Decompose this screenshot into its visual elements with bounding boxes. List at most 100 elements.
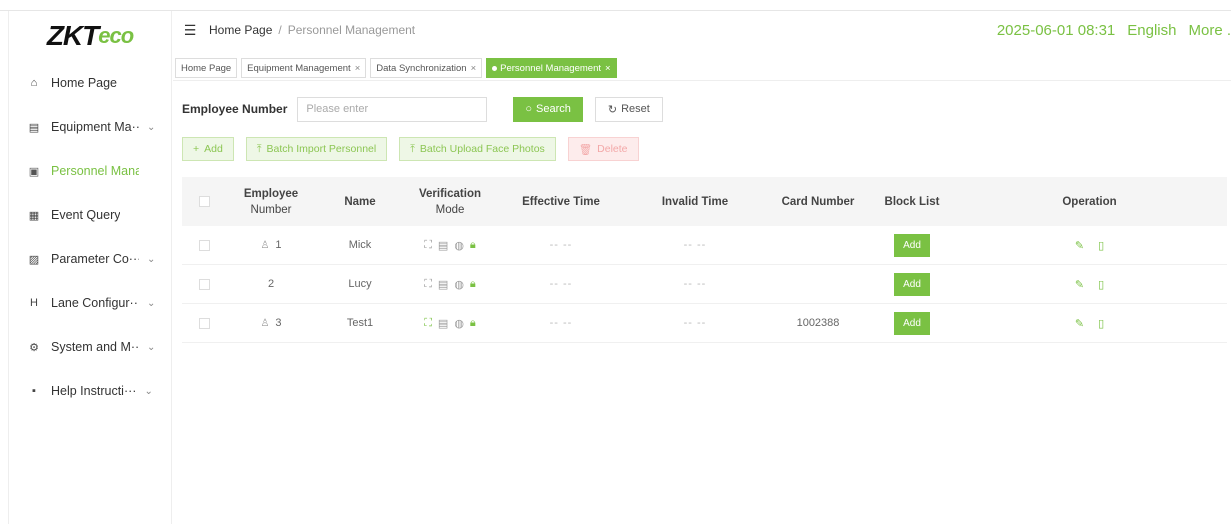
effective-time-cell: -- -- [549,278,573,290]
table-body: ♙ 1 Mick ⛶ ▤ ◍ 🔒︎ -- -- -- -- Add ✎ ▯ 2 Lucy ⛶ ▤ ◍ 🔒︎ -- -… [182,226,1227,343]
header-employee-number-line1: Employee [243,187,299,200]
reset-button[interactable]: ↻ Reset [594,96,663,122]
batch-import-label: Batch Import Personnel [266,143,377,155]
close-icon[interactable]: × [355,63,361,74]
table-row: 2 Lucy ⛶ ▤ ◍ 🔒︎ -- -- -- -- Add ✎ ▯ [182,265,1227,304]
search-icon: ○ [525,103,533,115]
filter-bar: Employee Number ○Search ↻Reset [182,96,663,122]
language-selector[interactable]: English [1127,22,1176,39]
name-cell: Test1 [346,317,374,329]
more-menu[interactable]: More . [1188,22,1231,39]
trash-icon[interactable]: ▯ [1098,239,1104,252]
block-list-add-button[interactable]: Add [894,311,930,335]
header-verification-line2: Mode [435,203,465,216]
sidebar-item-label: Equipment Ma··· [51,120,139,134]
tab-3[interactable]: Personnel Management × [486,58,617,78]
trash-icon: 🗑 [578,143,593,156]
page-tabs: Home Page Equipment Management × Data Synch… [175,58,621,78]
employee-number-input[interactable] [297,96,488,122]
block-list-add-button[interactable]: Add [894,233,930,257]
operation-cell: ✎ ▯ [952,317,1227,330]
tab-label: Equipment Management [247,62,351,74]
person-icon: ♙ [260,317,270,329]
invalid-time-cell: -- -- [683,278,707,290]
chevron-down-icon[interactable]: ⌄ [147,298,155,309]
batch-upload-button[interactable]: ⤒ Batch Upload Face Photos [399,137,556,161]
card-icon: ▤ [437,317,449,330]
chevron-down-icon[interactable]: ⌄ [147,254,155,265]
close-icon[interactable]: × [605,63,611,74]
header-effective-time: Effective Time [522,195,600,208]
sidebar-nav: ⌂ Home Page ▤ Equipment Ma··· ⌄ ▣ Personnel Ma… [9,61,171,413]
personnel-table: Employee Number Name Verification Mode E… [182,177,1227,343]
breadcrumb-home[interactable]: Home Page [209,23,272,37]
action-bar: + Add ⤒ Batch Import Personnel ⤒ Batch Uplo… [182,137,651,161]
row-checkbox[interactable] [198,278,210,290]
chevron-down-icon[interactable]: ⌄ [144,386,152,397]
card-icon: ▤ [437,278,449,291]
row-checkbox[interactable] [198,239,210,251]
help-icon: ▪ [32,385,36,397]
employee-number-cell: ♙ 1 [226,239,316,251]
edit-icon[interactable]: ✎ [1075,317,1084,330]
chevron-down-icon[interactable]: ⌄ [147,342,155,353]
sidebar-item-0[interactable]: ⌂ Home Page [9,61,171,105]
row-select-cell [182,317,226,329]
sidebar-item-3[interactable]: ▦ Event Query [9,193,171,237]
search-button-label: Search [536,103,571,115]
sidebar-item-7[interactable]: ▪ Help Instructi··· ⌄ [9,369,171,413]
sidebar-item-label: System and M··· [51,340,139,354]
edit-icon[interactable]: ✎ [1075,278,1084,291]
tab-2[interactable]: Data Synchronization × [370,58,483,78]
trash-icon[interactable]: ▯ [1098,278,1104,291]
delete-button[interactable]: 🗑 Delete [567,137,639,161]
sidebar-item-2[interactable]: ▣ Personnel Manag··· [9,149,171,193]
sidebar-item-5[interactable]: H Lane Configur··· ⌄ [9,281,171,325]
tabs-divider [173,80,1231,81]
sidebar-item-label: Lane Configur··· [51,296,139,310]
header-name: Name [344,195,376,208]
invalid-time-cell: -- -- [683,239,707,251]
add-button[interactable]: + Add [182,137,234,161]
employee-number-cell: ♙ 3 [226,317,316,329]
select-all-checkbox[interactable] [198,196,210,207]
sidebar-item-1[interactable]: ▤ Equipment Ma··· ⌄ [9,105,171,149]
tab-1[interactable]: Equipment Management × [241,58,367,78]
tab-0[interactable]: Home Page [175,58,238,78]
batch-upload-label: Batch Upload Face Photos [419,143,545,155]
trash-icon[interactable]: ▯ [1098,317,1104,330]
operation-cell: ✎ ▯ [952,239,1227,252]
face-icon: ⛶ [424,316,432,329]
row-select-cell [182,278,226,290]
sidebar: ZKT eco ⌂ Home Page ▤ Equipment Ma··· ⌄ ▣ Perso… [8,11,172,524]
person-icon: ♙ [260,239,270,251]
delete-button-label: Delete [597,143,628,155]
lock-icon: 🔒︎ [469,277,476,290]
add-button-label: Add [204,143,223,155]
block-list-add-button[interactable]: Add [894,272,930,296]
app-window: ZKT eco ⌂ Home Page ▤ Equipment Ma··· ⌄ ▣ Perso… [0,0,1231,524]
search-button[interactable]: ○ Search [513,96,583,122]
header-right: 2025-06-01 08:31 English More . [985,11,1231,49]
employee-number: 2 [267,278,275,290]
reset-button-label: Reset [621,103,650,115]
row-select-cell [182,239,226,251]
edit-icon[interactable]: ✎ [1075,239,1084,252]
fingerprint-icon: ◍ [454,317,464,330]
event-icon: ▦ [28,209,40,222]
invalid-time-cell: -- -- [683,317,707,329]
employee-number-cell: 2 [226,278,316,290]
close-icon[interactable]: × [471,63,477,74]
menu-toggle-icon[interactable]: ☰ [181,22,199,39]
chevron-down-icon[interactable]: ⌄ [147,122,155,133]
operation-cell: ✎ ▯ [952,278,1227,291]
sidebar-item-label: Home Page [51,76,118,90]
sidebar-item-label: Parameter Co··· [51,252,139,266]
sidebar-item-6[interactable]: ⚙ System and M··· ⌄ [9,325,171,369]
employee-number: 1 [275,239,282,251]
upload-icon: ⤒ [410,142,415,155]
row-checkbox[interactable] [198,317,210,329]
batch-import-button[interactable]: ⤒ Batch Import Personnel [245,137,388,161]
sidebar-item-4[interactable]: ▨ Parameter Co··· ⌄ [9,237,171,281]
system-icon: ⚙ [29,341,39,354]
